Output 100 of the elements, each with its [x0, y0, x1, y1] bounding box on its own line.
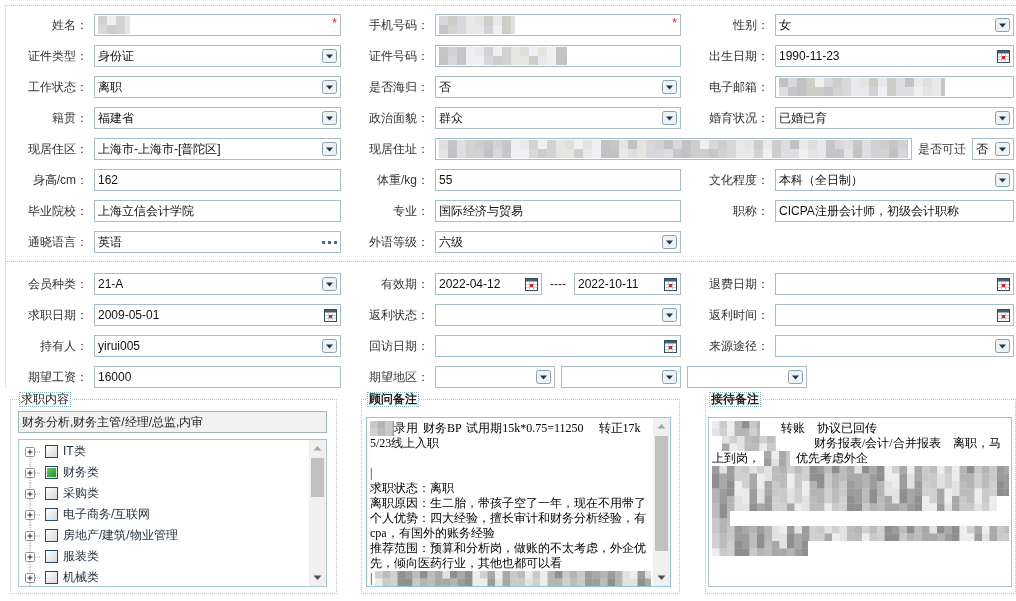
- field-label: 文化程度：: [708, 172, 769, 188]
- text-field[interactable]: *: [94, 14, 341, 36]
- field-label: 婚育状况：: [708, 110, 769, 126]
- note-text: 离职原因：生二胎，带孩子空了一年，现在不用带了: [370, 496, 646, 511]
- note-text: |: [370, 466, 373, 481]
- group-legend: 求职内容: [19, 392, 71, 407]
- summary-field[interactable]: 财务分析,财务主管/经理/总监,内审: [18, 411, 327, 433]
- dropdown-field[interactable]: 离职: [94, 76, 341, 98]
- note-text: 先，倾向医药行业，其他也都可以看: [370, 556, 562, 571]
- calendar-icon[interactable]: [525, 277, 538, 291]
- group-legend: 接待备注: [709, 392, 761, 407]
- text-field[interactable]: 国际经济与贸易: [435, 200, 681, 222]
- date-field[interactable]: [775, 273, 1014, 295]
- calendar-icon[interactable]: [997, 49, 1010, 63]
- field-label: 期望工资：: [27, 369, 88, 385]
- dropdown-field[interactable]: 上海市-上海市-[普陀区]: [94, 138, 341, 160]
- scroll-thumb[interactable]: [311, 458, 324, 497]
- field-label: 有效期：: [380, 276, 429, 292]
- lookup-field[interactable]: 英语: [94, 231, 341, 253]
- date-field[interactable]: 1990-11-23: [775, 45, 1014, 67]
- date-field[interactable]: 2022-10-11: [574, 273, 681, 295]
- field-label: 期望地区：: [368, 369, 429, 385]
- checkbox[interactable]: [45, 466, 58, 479]
- checkbox[interactable]: [45, 571, 58, 584]
- dropdown-field[interactable]: 否: [972, 138, 1014, 160]
- text-field[interactable]: 上海立信会计学院: [94, 200, 341, 222]
- group-legend: 顾问备注: [367, 392, 419, 407]
- field-label: 回访日期：: [368, 338, 429, 354]
- dropdown-field[interactable]: 福建省: [94, 107, 341, 129]
- field-label: 是否可迁: [918, 141, 966, 157]
- field-label: 求职日期：: [27, 307, 88, 323]
- dropdown-field[interactable]: 六级: [435, 231, 681, 253]
- note-text: 个人优势：四大经验，擅长审计和财务分析经验，有: [370, 511, 646, 526]
- notes-textarea[interactable]: 录用 财务BP 试用期15k*0.75=11250 转正17k 5/23线上入职 | 求职状态：离职 离职原因：生二胎，带孩子空了一年，现在不用带了 个人优势：四大经验，擅长审计和财务分析经验，有 cpa，有国外的账务经验 推荐范围：预算和分析岗，做账的不太考虑，外企优 先，倾向医药行业，其他也都可以看 |: [366, 417, 671, 587]
- field-label: 体重/kg：: [376, 172, 429, 188]
- dropdown-field[interactable]: 已婚已育: [775, 107, 1014, 129]
- category-label[interactable]: 房地产/建筑/物业管理: [63, 528, 178, 543]
- dropdown-field[interactable]: 群众: [435, 107, 681, 129]
- field-label: 来源途径：: [708, 338, 769, 354]
- notes-textarea[interactable]: 转账 协议已回传 财务报表/会计/合并报表 离职，马 上到岗， 优先考虑外企: [708, 417, 1012, 587]
- calendar-icon[interactable]: [664, 339, 677, 353]
- text-field[interactable]: 162: [94, 169, 341, 191]
- field-label: 持有人：: [39, 338, 88, 354]
- note-text: cpa，有国外的账务经验: [370, 526, 495, 541]
- field-label: 是否海归：: [368, 79, 429, 95]
- dropdown-field[interactable]: [775, 335, 1014, 357]
- checkbox[interactable]: [45, 550, 58, 563]
- field-label: 毕业院校：: [27, 203, 88, 219]
- calendar-icon[interactable]: [664, 277, 677, 291]
- calendar-icon[interactable]: [324, 308, 337, 322]
- required-mark: *: [672, 17, 677, 29]
- field-label: 退费日期：: [708, 276, 769, 292]
- field-label: 职称：: [732, 203, 769, 219]
- field-label: 性别：: [732, 17, 769, 33]
- scroll-thumb[interactable]: [655, 436, 668, 551]
- checkbox[interactable]: [45, 445, 58, 458]
- text-field[interactable]: [435, 45, 681, 67]
- note-text: 5/23线上入职: [370, 436, 440, 451]
- category-label[interactable]: 财务类: [63, 465, 99, 480]
- checkbox[interactable]: [45, 508, 58, 521]
- field-label: 证件号码：: [368, 48, 429, 64]
- field-label: 电子邮箱：: [708, 79, 769, 95]
- calendar-icon[interactable]: [997, 277, 1010, 291]
- date-field[interactable]: 2022-04-12: [435, 273, 542, 295]
- calendar-icon[interactable]: [997, 308, 1010, 322]
- dropdown-field[interactable]: 本科（全日制）: [775, 169, 1014, 191]
- category-label[interactable]: 机械类: [63, 570, 99, 585]
- dropdown-field[interactable]: [435, 366, 555, 388]
- field-label: 姓名：: [51, 17, 88, 33]
- note-text: 财务报表/会计/合并报表 离职，马: [814, 436, 1001, 451]
- field-label: 专业：: [392, 203, 429, 219]
- field-label: 会员种类：: [27, 276, 88, 292]
- dropdown-field[interactable]: 21-A: [94, 273, 341, 295]
- text-field[interactable]: 16000: [94, 366, 341, 388]
- dropdown-field[interactable]: [435, 304, 681, 326]
- date-field[interactable]: [435, 335, 681, 357]
- dropdown-field[interactable]: 女: [775, 14, 1014, 36]
- date-field[interactable]: 2009-05-01: [94, 304, 341, 326]
- field-label: 外语等级：: [368, 234, 429, 250]
- checkbox[interactable]: [45, 487, 58, 500]
- field-label: 通晓语言：: [27, 234, 88, 250]
- dropdown-field[interactable]: 身份证: [94, 45, 341, 67]
- dropdown-field[interactable]: [561, 366, 681, 388]
- note-text: 求职状态：离职: [370, 481, 454, 496]
- checkbox[interactable]: [45, 529, 58, 542]
- more-dots-icon[interactable]: [322, 240, 337, 244]
- dropdown-field[interactable]: 否: [435, 76, 681, 98]
- category-label[interactable]: 采购类: [63, 486, 99, 501]
- category-label[interactable]: IT类: [63, 444, 86, 459]
- text-field[interactable]: [775, 76, 1014, 98]
- text-field[interactable]: CICPA注册会计师，初级会计职称: [775, 200, 1014, 222]
- dropdown-field[interactable]: [687, 366, 807, 388]
- text-field[interactable]: *: [435, 14, 681, 36]
- category-label[interactable]: 服装类: [63, 549, 99, 564]
- date-field[interactable]: [775, 304, 1014, 326]
- category-label[interactable]: 电子商务/互联网: [63, 507, 151, 522]
- dropdown-field[interactable]: yirui005: [94, 335, 341, 357]
- field-label: 现居住区：: [27, 141, 88, 157]
- note-text: |: [370, 571, 373, 586]
- text-field[interactable]: 55: [435, 169, 681, 191]
